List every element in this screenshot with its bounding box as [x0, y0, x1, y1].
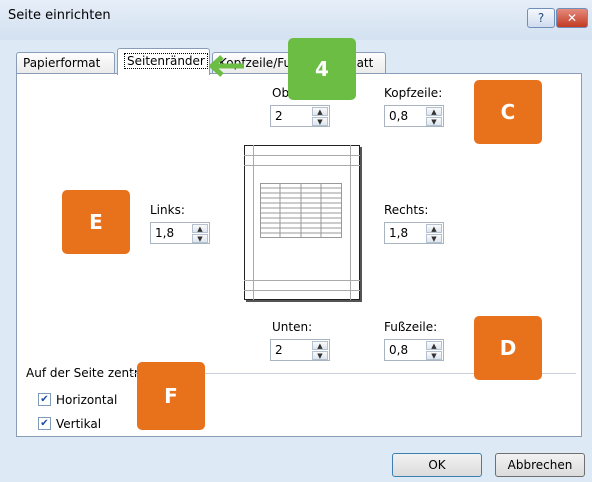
spin-down-icon[interactable]: ▼ — [312, 117, 328, 126]
top-margin-value: 2 — [275, 109, 283, 123]
annotation-badge-e: E — [62, 190, 130, 254]
spin-up-icon[interactable]: ▲ — [426, 224, 442, 233]
header-margin-label: Kopfzeile: — [384, 86, 443, 100]
spin-up-icon[interactable]: ▲ — [312, 341, 328, 350]
checkbox-check-icon: ✔ — [40, 418, 49, 429]
tab-label: Papierformat — [23, 56, 101, 70]
tab-seitenraender[interactable]: Seitenränder — [117, 48, 210, 75]
spin-down-icon[interactable]: ▼ — [426, 234, 442, 243]
left-margin-label: Links: — [150, 203, 185, 217]
preview-margin-line — [244, 280, 360, 281]
vertical-label: Vertikal — [56, 417, 102, 431]
spin-up-icon[interactable]: ▲ — [192, 224, 208, 233]
right-margin-label: Rechts: — [384, 203, 429, 217]
left-margin-value: 1,8 — [155, 226, 175, 240]
preview-margin-line — [253, 145, 254, 300]
spin-up-icon[interactable]: ▲ — [312, 107, 328, 116]
bottom-margin-spinner[interactable]: 2 ▲ ▼ — [270, 339, 330, 361]
spin-down-icon[interactable]: ▼ — [192, 234, 208, 243]
title-bar: Seite einrichten ? ✕ — [0, 0, 592, 40]
right-margin-spinner[interactable]: 1,8 ▲ ▼ — [384, 222, 444, 244]
vertical-checkbox[interactable]: ✔ — [38, 417, 51, 430]
spin-up-icon[interactable]: ▲ — [426, 341, 442, 350]
footer-margin-value: 0,8 — [389, 343, 409, 357]
cancel-button[interactable]: Abbrechen — [495, 453, 585, 477]
ok-button[interactable]: OK — [392, 453, 482, 477]
spin-down-icon[interactable]: ▼ — [312, 351, 328, 360]
footer-margin-label: Fußzeile: — [384, 320, 438, 334]
bottom-margin-value: 2 — [275, 343, 283, 357]
footer-margin-spinner[interactable]: 0,8 ▲ ▼ — [384, 339, 444, 361]
checkbox-check-icon: ✔ — [40, 394, 49, 405]
left-arrow-icon — [209, 55, 244, 77]
step-badge: 4 — [288, 38, 356, 100]
bottom-margin-label: Unten: — [272, 320, 313, 334]
close-button[interactable]: ✕ — [556, 8, 588, 28]
tab-papierformat[interactable]: Papierformat — [16, 52, 115, 74]
horizontal-label: Horizontal — [56, 393, 118, 407]
header-margin-value: 0,8 — [389, 109, 409, 123]
window-title: Seite einrichten — [8, 8, 111, 23]
preview-margin-line — [350, 145, 351, 300]
left-margin-spinner[interactable]: 1,8 ▲ ▼ — [150, 222, 210, 244]
annotation-badge-f: F — [137, 362, 205, 430]
horizontal-checkbox[interactable]: ✔ — [38, 393, 51, 406]
top-margin-spinner[interactable]: 2 ▲ ▼ — [270, 105, 330, 127]
spin-down-icon[interactable]: ▼ — [426, 351, 442, 360]
spin-up-icon[interactable]: ▲ — [426, 107, 442, 116]
help-button[interactable]: ? — [527, 8, 555, 28]
spin-down-icon[interactable]: ▼ — [426, 117, 442, 126]
annotation-badge-d: D — [474, 316, 542, 380]
right-margin-value: 1,8 — [389, 226, 409, 240]
tab-label: Seitenränder — [124, 53, 208, 69]
preview-margin-line — [244, 155, 360, 156]
preview-margin-line — [244, 290, 360, 291]
header-margin-spinner[interactable]: 0,8 ▲ ▼ — [384, 105, 444, 127]
annotation-badge-c: C — [474, 80, 542, 144]
preview-table-grid — [260, 183, 342, 238]
preview-margin-line — [244, 165, 360, 166]
